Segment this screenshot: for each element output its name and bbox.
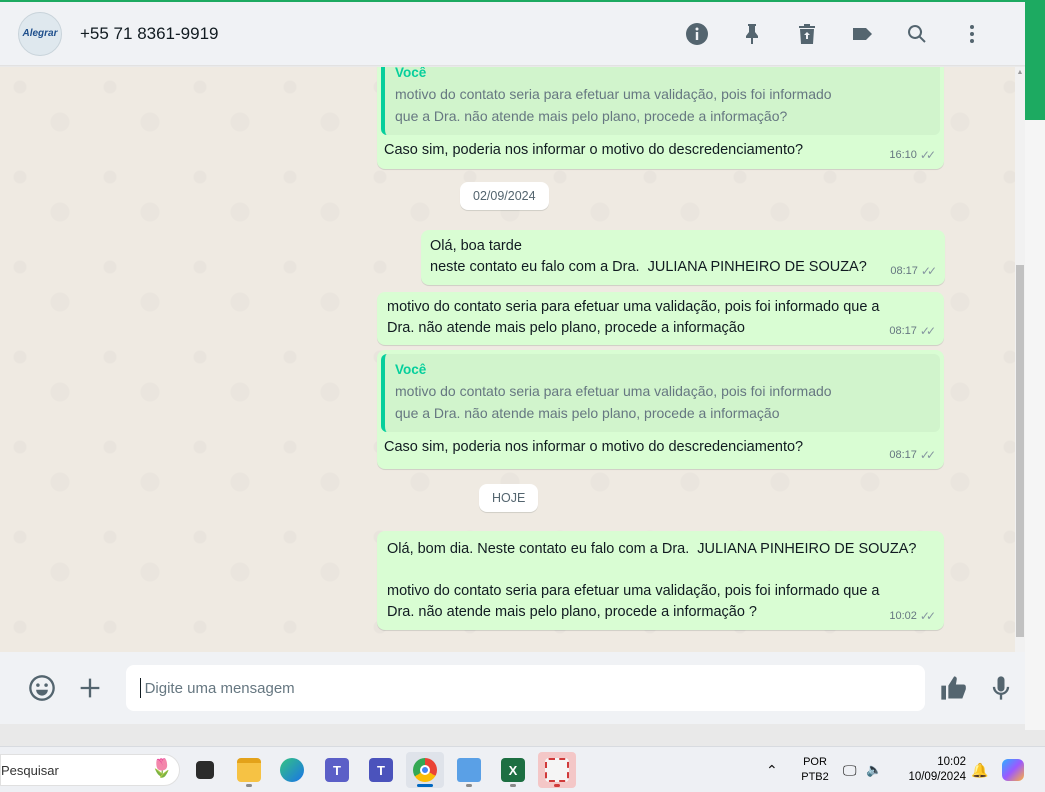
trash-icon[interactable] xyxy=(779,14,834,54)
language-code: POR xyxy=(803,756,827,768)
quote-text-line: motivo do contato seria para efetuar uma… xyxy=(395,86,832,102)
message-time: 16:10 xyxy=(889,149,917,161)
message-meta: 08:17 ✓✓ xyxy=(890,261,937,282)
label-icon[interactable] xyxy=(834,14,889,54)
emoji-icon[interactable] xyxy=(18,674,66,702)
message-meta: 08:17 ✓✓ xyxy=(889,445,936,466)
plus-icon[interactable] xyxy=(66,674,114,702)
edge-icon[interactable] xyxy=(273,752,311,788)
quoted-message[interactable]: Você motivo do contato seria para efetua… xyxy=(381,354,940,432)
message-input[interactable]: Digite uma mensagem xyxy=(125,665,926,711)
microphone-icon[interactable] xyxy=(977,674,1025,702)
avatar-logo-text: Alegrar xyxy=(22,28,58,39)
message-time: 10:02 xyxy=(889,610,917,622)
teams-icon[interactable]: T xyxy=(362,752,400,788)
message-time: 08:17 xyxy=(889,449,917,461)
quote-author: Você xyxy=(395,362,427,377)
show-hidden-icons-chevron-icon[interactable]: ⌃ xyxy=(766,747,778,792)
scrollbar-thumb[interactable] xyxy=(1016,265,1024,637)
quote-text-line: que a Dra. não atende mais pelo plano, p… xyxy=(395,405,780,421)
volume-icon[interactable]: 🔈 xyxy=(866,747,882,792)
taskbar-search-placeholder: Pesquisar xyxy=(1,762,59,778)
read-ticks-icon: ✓✓ xyxy=(919,609,936,623)
date-separator: HOJE xyxy=(479,484,539,512)
input-language[interactable]: POR PTB2 xyxy=(800,755,830,785)
message-meta: 16:10 ✓✓ xyxy=(889,145,936,166)
chat-scrollbar[interactable]: ▲ xyxy=(1015,67,1025,652)
read-ticks-icon: ✓✓ xyxy=(919,448,936,462)
read-ticks-icon: ✓✓ xyxy=(919,324,936,338)
message-bubble[interactable]: Olá, bom dia. Neste contato eu falo com … xyxy=(377,531,944,630)
file-explorer-icon[interactable] xyxy=(230,752,268,788)
side-accent-bar xyxy=(1025,0,1045,120)
message-bubble[interactable]: Você motivo do contato seria para efetua… xyxy=(377,350,944,469)
copilot-icon[interactable] xyxy=(1002,747,1024,792)
teams-classic-icon[interactable]: T xyxy=(318,752,356,788)
message-bubble[interactable]: Você motivo do contato seria para efetua… xyxy=(377,67,944,169)
menu-icon[interactable] xyxy=(944,14,999,54)
network-icon[interactable]: 🖵 xyxy=(843,747,857,792)
snipping-tool-icon[interactable] xyxy=(538,752,576,788)
message-text: Olá, boa tarde neste contato eu falo com… xyxy=(430,238,867,275)
info-icon[interactable] xyxy=(669,14,724,54)
search-icon[interactable] xyxy=(889,14,944,54)
message-bubble[interactable]: motivo do contato seria para efetuar uma… xyxy=(377,292,944,345)
message-bubble[interactable]: Olá, boa tarde neste contato eu falo com… xyxy=(421,230,945,285)
windows-taskbar: Pesquisar 🌷 T T X ⌃ POR PTB2 🖵 🔈 10:02 1… xyxy=(0,746,1045,792)
excel-icon[interactable]: X xyxy=(494,752,532,788)
quote-author: Você xyxy=(395,67,427,80)
side-panel-edge xyxy=(1025,120,1045,730)
pin-icon[interactable] xyxy=(724,14,779,54)
message-composer: Digite uma mensagem xyxy=(0,652,1025,724)
message-time: 08:17 xyxy=(889,325,917,337)
message-text: Caso sim, poderia nos informar o motivo … xyxy=(384,142,804,158)
clock-date: 10/09/2024 xyxy=(908,771,966,783)
quoted-message[interactable]: Você motivo do contato seria para efetua… xyxy=(381,67,940,135)
read-ticks-icon: ✓✓ xyxy=(920,264,937,278)
message-text: Olá, bom dia. Neste contato eu falo com … xyxy=(387,541,917,620)
chrome-icon[interactable] xyxy=(406,752,444,788)
contact-name[interactable]: +55 71 8361-9919 xyxy=(80,24,219,44)
text-caret xyxy=(139,678,141,698)
message-meta: 10:02 ✓✓ xyxy=(889,606,936,627)
quote-text-line: que a Dra. não atende mais pelo plano, p… xyxy=(395,108,788,124)
message-text: motivo do contato seria para efetuar uma… xyxy=(387,299,880,336)
task-view-icon[interactable] xyxy=(186,752,224,788)
chat-header: Alegrar +55 71 8361-9919 xyxy=(0,2,1025,66)
keyboard-layout: PTB2 xyxy=(801,771,829,783)
quote-text-line: motivo do contato seria para efetuar uma… xyxy=(395,383,832,399)
taskbar-search[interactable]: Pesquisar 🌷 xyxy=(0,754,180,786)
date-separator: 02/09/2024 xyxy=(460,182,549,210)
header-actions xyxy=(669,14,999,54)
contact-avatar[interactable]: Alegrar xyxy=(18,11,62,56)
thumbs-up-icon[interactable] xyxy=(929,674,977,702)
notifications-bell-icon[interactable]: 🔔 xyxy=(971,747,988,792)
message-text: Caso sim, poderia nos informar o motivo … xyxy=(384,439,804,455)
message-meta: 08:17 ✓✓ xyxy=(889,321,936,342)
system-clock[interactable]: 10:02 10/09/2024 xyxy=(898,755,966,785)
read-ticks-icon: ✓✓ xyxy=(919,148,936,162)
notepad-icon[interactable] xyxy=(450,752,488,788)
scroll-up-arrow-icon[interactable]: ▲ xyxy=(1016,69,1024,77)
chat-area[interactable]: Você motivo do contato seria para efetua… xyxy=(0,67,1015,652)
message-time: 08:17 xyxy=(890,265,918,277)
clock-time: 10:02 xyxy=(937,756,966,768)
message-input-placeholder: Digite uma mensagem xyxy=(144,679,295,697)
search-highlight-icon: 🌷 xyxy=(150,758,173,778)
